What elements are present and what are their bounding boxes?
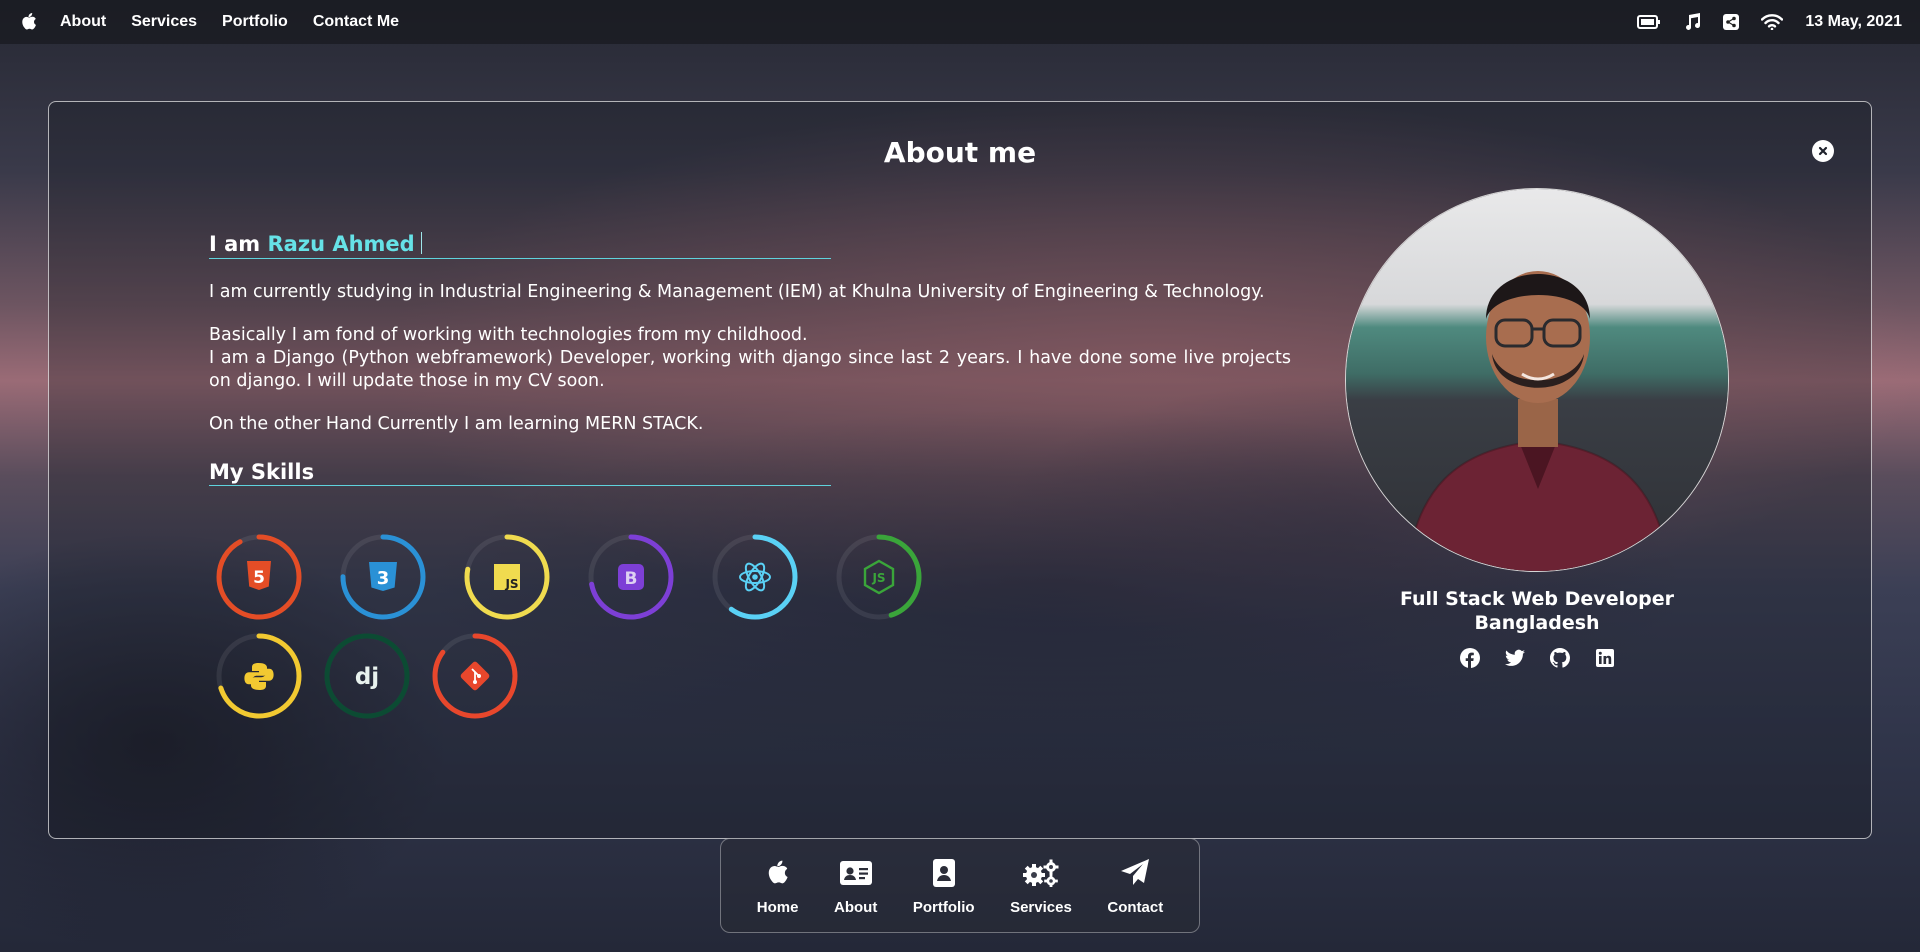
skill-react[interactable]	[711, 533, 799, 621]
paper-plane-icon	[1120, 856, 1150, 890]
dock-label-portfolio: Portfolio	[912, 898, 975, 916]
dock-item-portfolio[interactable]: Portfolio	[913, 856, 975, 916]
facebook-icon[interactable]	[1459, 648, 1480, 668]
skill-javascript-glyph: JS	[504, 577, 518, 591]
intro-paragraph-1: I am currently studying in Industrial En…	[209, 282, 1265, 302]
gears-icon	[1022, 856, 1059, 890]
close-icon	[1818, 146, 1828, 156]
dock-item-home[interactable]: Home	[756, 856, 799, 916]
close-button[interactable]	[1812, 140, 1834, 162]
greeting-heading: I am Razu Ahmed	[209, 232, 831, 259]
music-icon[interactable]	[1683, 13, 1701, 31]
intro-line-2: I am a Django (Python webframework) Deve…	[209, 348, 1291, 391]
menu-link-portfolio[interactable]: Portfolio	[222, 13, 288, 31]
profile-country: Bangladesh	[1474, 612, 1600, 634]
skill-django-glyph: dj	[355, 664, 379, 690]
intro-line-1: Basically I am fond of working with tech…	[209, 325, 808, 345]
greeting-name: Razu Ahmed	[267, 232, 415, 256]
skill-django[interactable]: dj	[323, 632, 411, 720]
profile-role: Full Stack Web Developer	[1399, 588, 1675, 610]
dock-item-services[interactable]: Services	[1010, 856, 1072, 916]
skill-bootstrap[interactable]: B	[587, 533, 675, 621]
skill-python[interactable]	[215, 632, 303, 720]
menu-link-contact[interactable]: Contact Me	[313, 13, 399, 31]
github-icon[interactable]	[1549, 648, 1570, 668]
greeting-prefix: I am	[209, 232, 261, 256]
battery-icon[interactable]	[1637, 15, 1661, 29]
share-icon[interactable]	[1723, 14, 1740, 30]
menu-link-services[interactable]: Services	[131, 13, 197, 31]
skill-html5[interactable]: 5	[215, 533, 303, 621]
intro-paragraph-2: Basically I am fond of working with tech…	[209, 324, 1291, 393]
python-icon	[244, 663, 274, 690]
dock-label-services: Services	[1010, 898, 1072, 916]
typing-cursor	[420, 232, 422, 254]
skill-nodejs[interactable]: JS	[835, 533, 923, 621]
linkedin-icon[interactable]	[1595, 648, 1615, 668]
git-icon	[460, 661, 490, 691]
profile-card: Full Stack Web Developer Bangladesh	[1317, 188, 1757, 668]
dock-label-home: Home	[756, 898, 799, 916]
id-card-icon	[839, 856, 872, 890]
dock-label-contact: Contact	[1107, 898, 1164, 916]
skill-git[interactable]	[431, 632, 519, 720]
dock-item-contact[interactable]: Contact	[1107, 856, 1163, 916]
avatar	[1345, 188, 1729, 572]
skill-nodejs-glyph: JS	[871, 571, 885, 585]
skill-javascript[interactable]: JS	[463, 533, 551, 621]
modal-title: About me	[883, 136, 1037, 169]
status-area: 13 May, 2021	[1637, 13, 1902, 31]
apple-icon	[767, 856, 789, 890]
apple-icon[interactable]	[18, 11, 40, 33]
menu-link-about[interactable]: About	[60, 13, 106, 31]
about-modal: About me I am Razu Ahmed I am currently …	[48, 101, 1872, 839]
skills-heading: My Skills	[209, 460, 831, 486]
dock: Home About Portfolio Services Contact	[720, 838, 1200, 933]
social-links	[1317, 648, 1757, 668]
dock-label-about: About	[834, 898, 878, 916]
portfolio-icon	[932, 856, 955, 890]
skill-bootstrap-glyph: B	[625, 569, 638, 589]
skill-css3-glyph: 3	[377, 568, 390, 589]
menu-bar: About Services Portfolio Contact Me 13 M…	[0, 0, 1920, 44]
dock-item-about[interactable]: About	[834, 856, 877, 916]
twitter-icon[interactable]	[1504, 648, 1525, 668]
wifi-icon[interactable]	[1761, 14, 1784, 30]
intro-section: I am Razu Ahmed I am currently studying …	[209, 232, 1291, 486]
skill-html5-glyph: 5	[253, 568, 265, 588]
skill-css3[interactable]: 3	[339, 533, 427, 621]
intro-paragraph-3: On the other Hand Currently I am learnin…	[209, 414, 704, 434]
menubar-date: 13 May, 2021	[1805, 13, 1902, 30]
